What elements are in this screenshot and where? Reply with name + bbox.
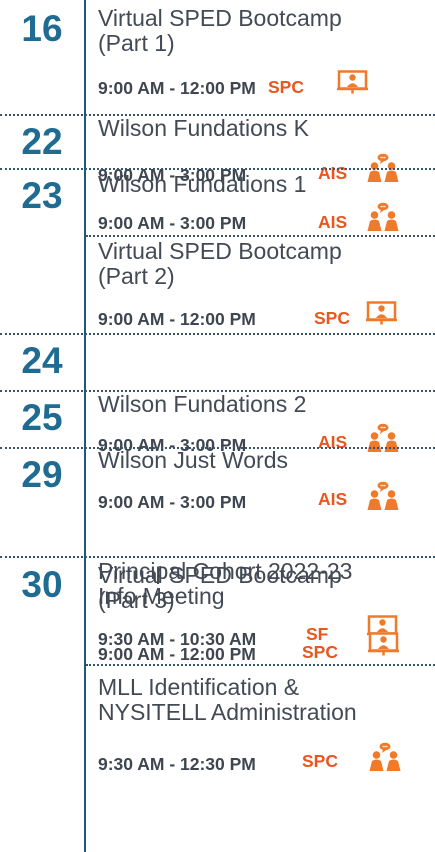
event-title-line: Wilson Fundations 1 (98, 171, 307, 197)
date-column-divider (84, 0, 86, 852)
location-code: AIS (318, 212, 348, 232)
in-person-icon (367, 202, 399, 231)
event-title: Virtual SPED Bootcamp (Part 3) (98, 563, 428, 613)
event-time: 9:00 AM - 12:00 PM (98, 644, 256, 664)
event-title-line: (Part 2) (98, 263, 175, 289)
virtual-presentation-icon (368, 632, 399, 656)
event-title: Wilson Fundations K (98, 116, 428, 141)
row-divider (0, 447, 435, 449)
row-divider (0, 390, 435, 392)
event-title-line: Virtual SPED Bootcamp (98, 5, 342, 31)
location-code: SPC (314, 308, 350, 328)
location-code: AIS (318, 489, 348, 509)
event-title-line: NYSITELL Administration (98, 699, 357, 725)
virtual-presentation-icon (337, 70, 368, 94)
location-code: SPC (302, 751, 338, 771)
event-time: 9:30 AM - 12:30 PM (98, 754, 256, 774)
event-title: MLL Identification & NYSITELL Administrat… (98, 675, 428, 725)
event-title: Wilson Fundations 2 (98, 392, 428, 417)
event-title: Virtual SPED Bootcamp (Part 1) (98, 6, 428, 56)
event-time: 9:00 AM - 12:00 PM (98, 78, 256, 98)
event-title: Wilson Just Words (98, 448, 428, 473)
event-time: 9:00 AM - 3:00 PM (98, 492, 247, 512)
event-calendar: 16 Virtual SPED Bootcamp (Part 1) 9:00 AM -… (0, 0, 435, 852)
row-divider (0, 556, 435, 558)
event-title: Wilson Fundations 1 (98, 172, 428, 197)
event-title-line: Virtual SPED Bootcamp (98, 562, 342, 588)
event-title-line: Wilson Fundations K (98, 115, 309, 141)
day-number: 23 (21, 175, 63, 216)
event-title-line: Wilson Just Words (98, 447, 289, 473)
event-title-line: (Part 3) (98, 587, 175, 613)
location-code: SPC (268, 77, 304, 97)
day-number: 25 (21, 397, 63, 438)
in-person-icon (369, 742, 401, 771)
event-time: 9:00 AM - 3:00 PM (98, 213, 247, 233)
location-code: SPC (302, 642, 338, 662)
row-divider (0, 168, 435, 170)
in-person-icon (367, 481, 399, 510)
day-number: 29 (21, 454, 63, 495)
event-title-line: Wilson Fundations 2 (98, 391, 307, 417)
day-number: 16 (21, 8, 63, 49)
event-title-line: MLL Identification & (98, 674, 300, 700)
virtual-presentation-icon (366, 301, 397, 325)
location-code: SF (306, 624, 329, 644)
event-divider (86, 664, 435, 666)
day-number: 24 (21, 340, 63, 381)
row-divider (0, 333, 435, 335)
event-time: 9:00 AM - 12:00 PM (98, 309, 256, 329)
event-title-line: (Part 1) (98, 30, 175, 56)
day-number: 30 (21, 564, 63, 605)
event-title: Virtual SPED Bootcamp (Part 2) (98, 239, 428, 289)
event-title-line: Virtual SPED Bootcamp (98, 238, 342, 264)
event-divider (86, 235, 435, 237)
day-number: 22 (21, 121, 63, 162)
